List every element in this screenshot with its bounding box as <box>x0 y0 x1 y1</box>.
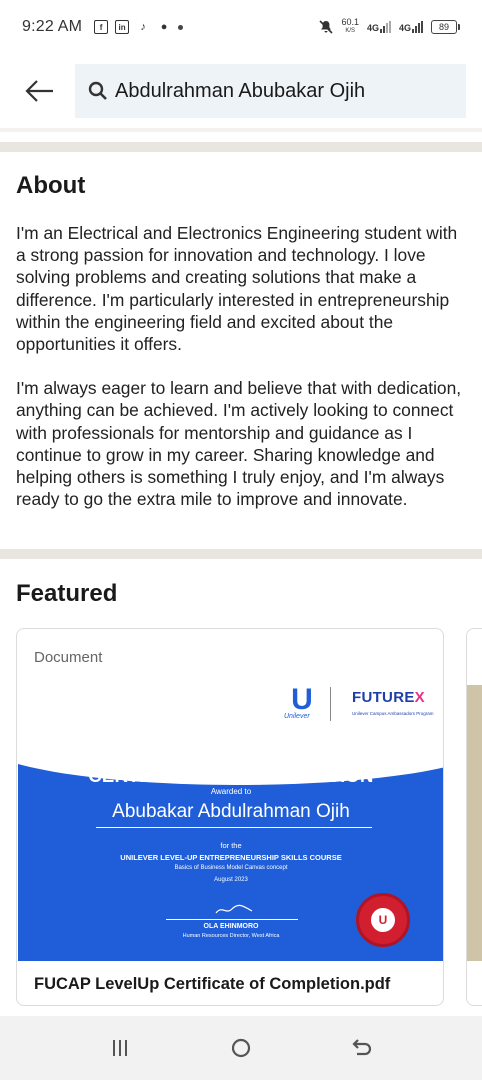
signal-bars-icon <box>379 21 391 33</box>
certificate-preview: U Unilever FUTUREX Unilever Campus Ambas… <box>18 681 443 961</box>
network-type-2: 4G <box>398 23 411 33</box>
back-nav-button[interactable] <box>340 1026 384 1070</box>
section-divider <box>0 549 482 559</box>
certificate-title: CERTIFICATE OF COMPLETION <box>88 765 374 786</box>
certificate-concept: Basics of Business Model Canvas concept <box>174 865 288 871</box>
section-divider <box>0 142 482 152</box>
notification-icons: f in ♪ ● <box>94 20 184 34</box>
status-time: 9:22 AM <box>22 18 83 35</box>
linkedin-icon: in <box>115 20 130 34</box>
about-paragraph: I'm an Electrical and Electronics Engine… <box>16 223 458 355</box>
search-query: Abdulrahman Abubakar Ojih <box>115 79 366 102</box>
menu-lines-icon <box>113 1040 128 1056</box>
home-circle-icon <box>231 1038 251 1058</box>
search-icon <box>87 80 109 102</box>
about-paragraph: I'm always eager to learn and believe th… <box>16 378 462 510</box>
featured-title: Featured <box>16 580 118 607</box>
signal-1: 4G <box>367 21 391 33</box>
next-featured-card[interactable] <box>466 628 482 1006</box>
tiktok-icon: ♪ <box>140 21 146 33</box>
network-type-1: 4G <box>366 23 379 33</box>
search-input[interactable]: Abdulrahman Abubakar Ojih <box>75 64 466 118</box>
facebook-icon: f <box>94 20 109 34</box>
document-type-label: Document <box>34 649 103 666</box>
featured-document-card[interactable]: Document U Unilever FUTUREX Unilever Cam… <box>16 628 444 1006</box>
about-title: About <box>16 172 86 199</box>
search-header: Abdulrahman Abubakar Ojih <box>0 54 482 128</box>
document-file-name: FUCAP LevelUp Certificate of Completion.… <box>34 975 391 993</box>
certificate-recipient: Abubakar Abdulrahman Ojih <box>112 801 350 822</box>
about-text: I'm an Electrical and Electronics Engine… <box>16 222 466 510</box>
header-spacer <box>0 128 482 132</box>
certificate-course: UNILEVER LEVEL-UP ENTREPRENEURSHIP SKILL… <box>120 853 342 862</box>
back-button[interactable] <box>10 65 70 117</box>
chat-icon: ● <box>160 21 168 33</box>
unilever-logo: U <box>291 683 313 716</box>
home-button[interactable] <box>219 1026 263 1070</box>
certificate-date: August 2023 <box>214 877 248 883</box>
status-bar: 9:22 AM f in ♪ ● 60.1 K/S 4G 4G 89 <box>0 0 482 54</box>
signature-icon <box>215 904 253 914</box>
system-status-icons: 60.1 K/S 4G 4G 89 <box>319 18 460 36</box>
unilever-logo-text: Unilever <box>284 713 310 720</box>
battery-level: 89 <box>431 20 457 34</box>
recent-apps-button[interactable] <box>98 1026 142 1070</box>
future-x-subtitle: Unilever Campus Ambassadors Program <box>352 711 434 716</box>
battery-icon: 89 <box>431 20 460 34</box>
signal-bars-icon <box>412 21 423 33</box>
company-seal-icon: U <box>356 893 410 947</box>
back-curve-icon <box>352 1039 371 1056</box>
future-x-logo: FUTUREX <box>352 689 425 706</box>
net-speed-value: 60.1 <box>341 17 359 27</box>
back-arrow-icon <box>25 80 53 102</box>
mute-icon <box>319 20 334 34</box>
net-speed-unit: K/S <box>345 28 356 34</box>
certificate-awarded: Awarded to <box>210 787 252 796</box>
net-speed: 60.1 K/S <box>341 18 359 36</box>
system-navigation-bar <box>0 1016 482 1080</box>
signal-2: 4G <box>399 21 423 33</box>
certificate-for: for the <box>220 841 242 850</box>
more-notifications-icon <box>178 24 184 30</box>
